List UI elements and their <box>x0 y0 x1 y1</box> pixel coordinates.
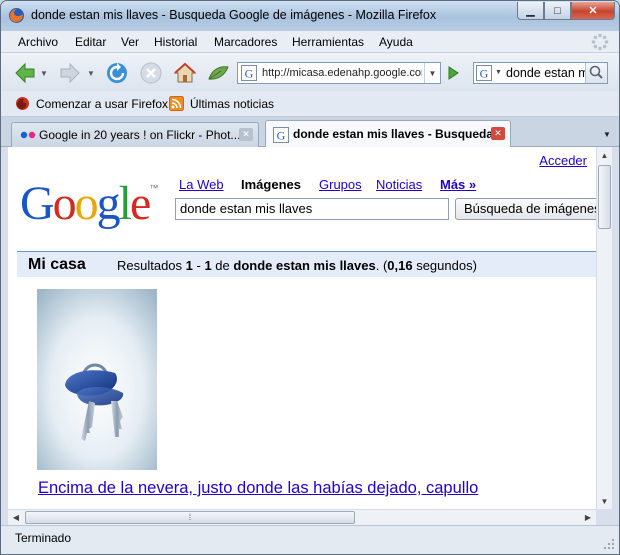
activity-throbber-icon <box>591 33 609 51</box>
search-engine-google-icon[interactable]: G <box>476 65 492 81</box>
tab-bar: Google in 20 years ! on Flickr - Phot...… <box>1 117 619 148</box>
sign-in-link[interactable]: Acceder <box>539 153 587 168</box>
firefox-icon <box>9 8 24 23</box>
image-search-input[interactable]: donde estan mis llaves <box>175 198 449 220</box>
window-controls: ▁ □ ✕ <box>517 2 615 20</box>
result-link[interactable]: Encima de la nevera, justo donde las hab… <box>38 479 478 498</box>
menu-ver[interactable]: Ver <box>121 35 139 49</box>
svg-text:G: G <box>480 67 489 81</box>
window-title: donde estan mis llaves - Busqueda Google… <box>31 8 437 22</box>
reload-icon[interactable] <box>105 61 129 85</box>
back-arrow-icon[interactable] <box>13 61 37 85</box>
home-icon[interactable] <box>173 61 197 85</box>
vertical-scrollbar[interactable]: ▲ ▼ <box>596 147 612 509</box>
go-arrow-icon[interactable] <box>445 65 461 81</box>
tab-news[interactable]: Noticias <box>376 177 422 192</box>
forward-arrow-icon[interactable] <box>58 61 82 85</box>
menu-ayuda[interactable]: Ayuda <box>379 35 413 49</box>
rss-feed-icon <box>169 96 184 111</box>
image-search-button[interactable]: Búsqueda de imágenes <box>455 198 596 220</box>
search-button[interactable] <box>585 63 607 83</box>
google-favicon-icon: G <box>273 127 289 143</box>
google-favicon-icon: G <box>241 65 257 81</box>
google-logo[interactable]: Google™ <box>20 180 158 228</box>
minimize-button[interactable]: ▁ <box>517 2 544 20</box>
menu-marcadores[interactable]: Marcadores <box>214 35 277 49</box>
flickr-favicon-icon <box>20 131 36 139</box>
tab-google-images[interactable]: G donde estan mis llaves - Busqueda... ✕ <box>265 120 511 148</box>
menu-herramientas[interactable]: Herramientas <box>292 35 364 49</box>
close-icon: ✕ <box>588 5 598 17</box>
bookmarks-toolbar: Comenzar a usar Firefox Últimas noticias <box>1 91 619 117</box>
page-content: Acceder Google™ La Web Imágenes Grupos N… <box>8 147 596 509</box>
horizontal-scrollbar[interactable]: ◀ ⁞ ▶ <box>8 509 596 525</box>
back-history-dropdown-icon[interactable]: ▼ <box>40 69 48 78</box>
close-tab-icon[interactable]: ✕ <box>239 128 253 141</box>
search-input[interactable]: donde estan mis llaves <box>506 66 586 80</box>
tab-more[interactable]: Más » <box>440 177 476 192</box>
scroll-down-icon[interactable]: ▼ <box>597 493 612 509</box>
tab-web[interactable]: La Web <box>179 177 224 192</box>
list-all-tabs-icon[interactable]: ▼ <box>599 124 615 144</box>
close-button[interactable]: ✕ <box>571 2 615 20</box>
browser-window: donde estan mis llaves - Busqueda Google… <box>0 0 620 555</box>
svg-text:G: G <box>277 129 286 143</box>
url-bar[interactable]: G http://micasa.edenahp.google.com ▼ <box>237 62 441 84</box>
resize-grip-icon[interactable] <box>603 538 615 550</box>
tab-flickr[interactable]: Google in 20 years ! on Flickr - Phot...… <box>11 122 259 147</box>
url-history-dropdown-icon[interactable]: ▼ <box>424 63 440 83</box>
menu-bar: Archivo Editar Ver Historial Marcadores … <box>1 31 619 53</box>
firefox-bookmark-icon <box>16 97 29 110</box>
scroll-right-icon[interactable]: ▶ <box>580 510 596 525</box>
maximize-button[interactable]: □ <box>544 2 571 20</box>
maximize-icon: □ <box>554 4 561 17</box>
status-bar: Terminado <box>1 525 619 554</box>
forward-history-dropdown-icon[interactable]: ▼ <box>87 69 95 78</box>
svg-text:G: G <box>245 67 254 81</box>
bookmark-latest-news[interactable]: Últimas noticias <box>169 96 274 111</box>
search-engine-dropdown-icon[interactable]: ▼ <box>495 69 502 76</box>
magnifier-icon <box>589 65 603 79</box>
status-text: Terminado <box>15 531 72 545</box>
bookmark-getting-started[interactable]: Comenzar a usar Firefox <box>15 96 168 111</box>
tab-images: Imágenes <box>241 177 301 192</box>
search-bar[interactable]: G ▼ donde estan mis llaves <box>473 62 608 84</box>
bookmark-label: Comenzar a usar Firefox <box>36 97 169 111</box>
navigation-toolbar: ▼ ▼ G http://micasa.edenahp.google.com ▼… <box>1 53 619 91</box>
menu-historial[interactable]: Historial <box>154 35 197 49</box>
scroll-left-icon[interactable]: ◀ <box>8 510 24 525</box>
results-title: Mi casa <box>28 256 86 273</box>
scroll-up-icon[interactable]: ▲ <box>597 147 612 163</box>
stop-icon[interactable] <box>139 61 163 85</box>
minimize-icon: ▁ <box>526 5 535 17</box>
close-tab-icon[interactable]: ✕ <box>491 127 505 140</box>
bookmark-label: Últimas noticias <box>190 97 275 111</box>
title-bar: donde estan mis llaves - Busqueda Google… <box>1 1 619 31</box>
url-text[interactable]: http://micasa.edenahp.google.com <box>262 67 422 79</box>
vertical-scroll-thumb[interactable] <box>598 165 611 229</box>
menu-editar[interactable]: Editar <box>75 35 106 49</box>
results-bar: Mi casa Resultados 1 - 1 de donde estan … <box>17 251 596 277</box>
tab-label: Google in 20 years ! on Flickr - Phot... <box>39 128 241 142</box>
tab-label: donde estan mis llaves - Busqueda... <box>293 127 504 141</box>
horizontal-scroll-thumb[interactable]: ⁞ <box>25 511 355 524</box>
menu-archivo[interactable]: Archivo <box>18 35 58 49</box>
results-stats: Resultados 1 - 1 de donde estan mis llav… <box>117 258 477 273</box>
leaf-addon-icon[interactable] <box>206 61 230 85</box>
result-thumbnail-keys-image[interactable] <box>37 289 157 470</box>
tab-groups[interactable]: Grupos <box>319 177 362 192</box>
